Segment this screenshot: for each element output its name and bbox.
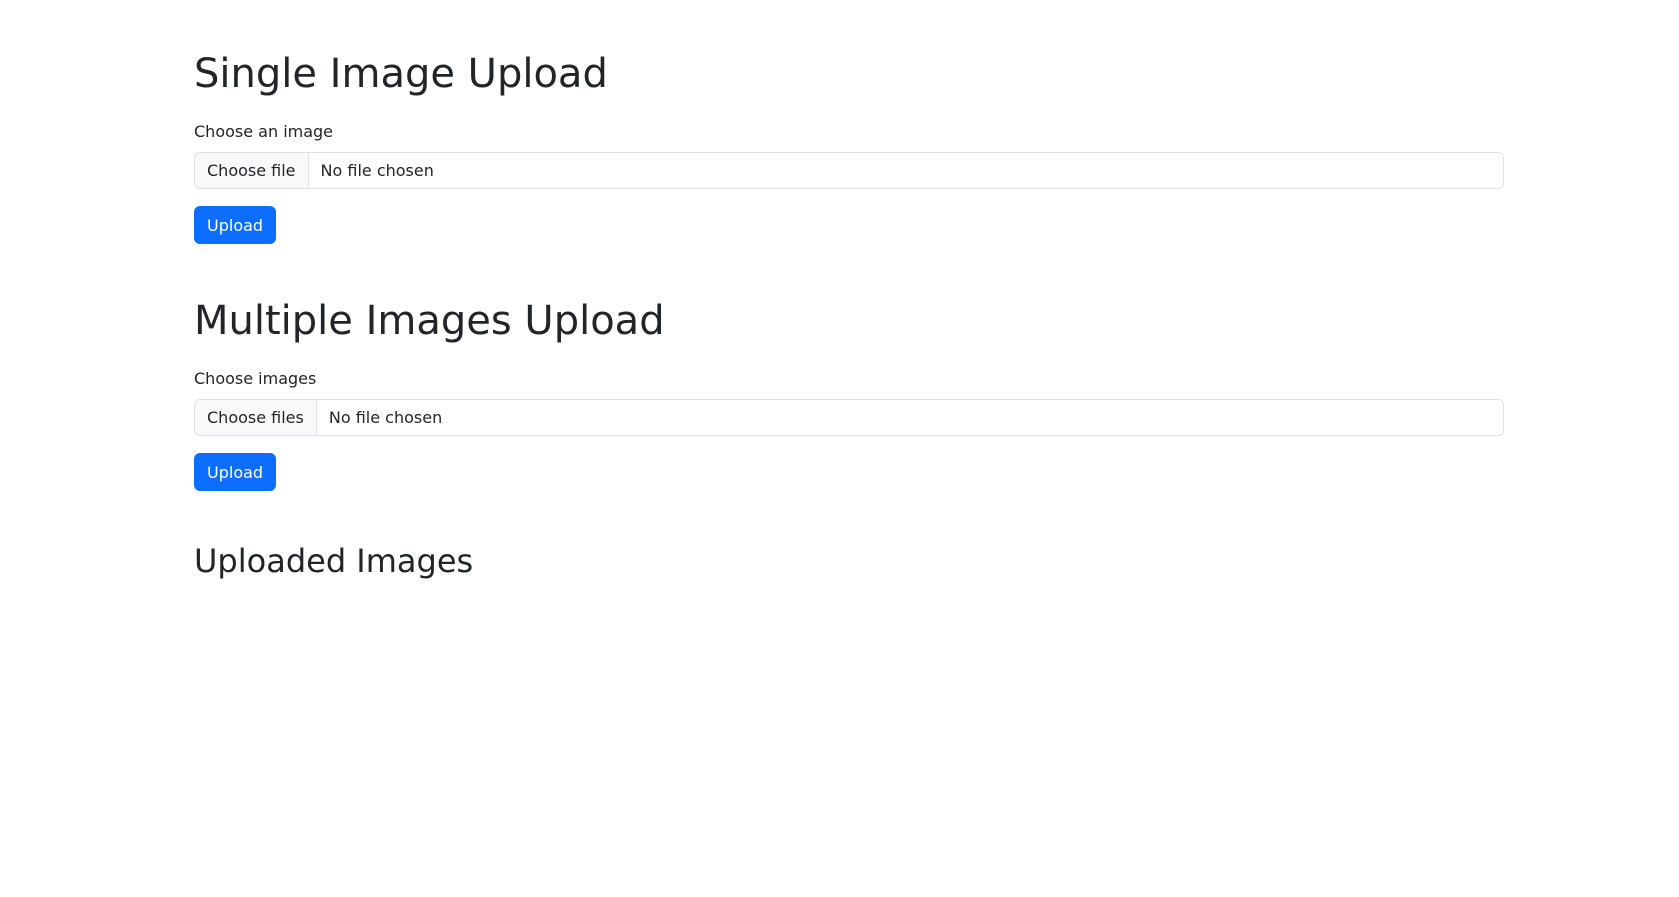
single-file-status: No file chosen bbox=[320, 161, 434, 180]
multiple-file-status: No file chosen bbox=[328, 408, 443, 427]
multiple-upload-title: Multiple Images Upload bbox=[194, 298, 665, 344]
multiple-upload-button[interactable]: Upload bbox=[194, 453, 277, 491]
single-image-label: Choose an image bbox=[194, 122, 334, 141]
single-file-input[interactable]: Choose file No file chosen bbox=[194, 152, 1504, 189]
uploaded-images-title: Uploaded Images bbox=[194, 542, 474, 580]
choose-files-button[interactable]: Choose files bbox=[195, 400, 317, 435]
multiple-images-label: Choose images bbox=[194, 369, 317, 388]
single-upload-button[interactable]: Upload bbox=[194, 206, 277, 244]
single-upload-title: Single Image Upload bbox=[194, 51, 608, 97]
choose-file-button[interactable]: Choose file bbox=[195, 153, 309, 188]
multiple-file-input[interactable]: Choose files No file chosen bbox=[194, 399, 1504, 436]
